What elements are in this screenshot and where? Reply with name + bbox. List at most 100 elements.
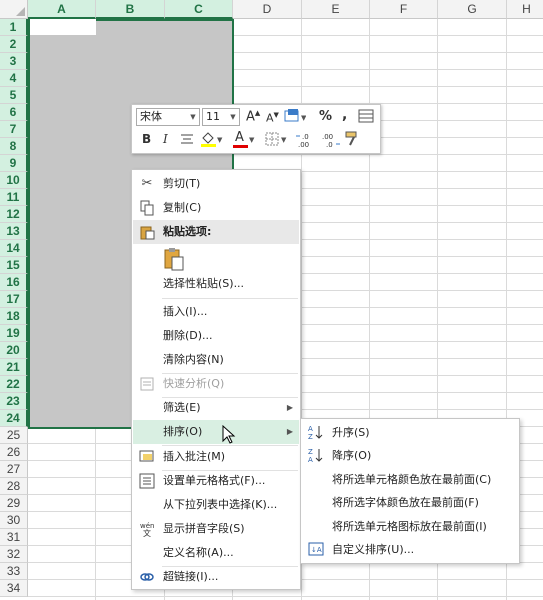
row-header-14[interactable]: 14 — [0, 240, 28, 257]
row-header-21[interactable]: 21 — [0, 359, 28, 376]
row-header-23[interactable]: 23 — [0, 393, 28, 410]
row-header-1[interactable]: 1 — [0, 19, 28, 36]
menu-item-insert[interactable]: 插入(I)... — [133, 300, 299, 324]
scissors-icon: ✂ — [141, 176, 153, 191]
row-header-4[interactable]: 4 — [0, 70, 28, 87]
mouse-pointer-icon — [222, 425, 236, 444]
menu-item-sort[interactable]: 排序(O) ▶ — [133, 420, 299, 444]
column-header-g[interactable]: G — [438, 0, 507, 19]
row-header-6[interactable]: 6 — [0, 104, 28, 121]
row-header-32[interactable]: 32 — [0, 546, 28, 563]
chevron-down-icon: ▼ — [230, 113, 236, 121]
align-center-button[interactable] — [180, 132, 194, 149]
increase-decimal-button[interactable]: .0.00 — [296, 132, 316, 150]
menu-item-copy[interactable]: 复制(C) — [133, 196, 299, 220]
row-header-22[interactable]: 22 — [0, 376, 28, 393]
font-name-combo[interactable]: 宋体 ▼ — [136, 108, 200, 126]
active-cell-a1[interactable] — [30, 19, 96, 35]
column-header-h[interactable]: H — [507, 0, 543, 19]
menu-item-define-name[interactable]: 定义名称(A)... — [133, 541, 299, 565]
column-header-d[interactable]: D — [233, 0, 302, 19]
format-painter-button[interactable] — [344, 130, 362, 151]
row-header-19[interactable]: 19 — [0, 325, 28, 342]
cell-styles-icon: ▼ — [284, 109, 307, 122]
custom-sort-icon: ↓A — [308, 541, 324, 557]
column-header-e[interactable]: E — [302, 0, 370, 19]
menu-item-clear-contents[interactable]: 清除内容(N) — [133, 348, 299, 372]
row-header-11[interactable]: 11 — [0, 189, 28, 206]
svg-text:.0: .0 — [302, 133, 309, 141]
menu-item-show-phonetic[interactable]: wén 文 显示拼音字段(S) — [133, 517, 299, 541]
submenu-item-custom-sort[interactable]: ↓A 自定义排序(U)... — [302, 538, 518, 561]
row-header-25[interactable]: 25 — [0, 427, 28, 444]
menu-item-delete[interactable]: 删除(D)... — [133, 324, 299, 348]
grow-font-button[interactable]: A▲ — [246, 109, 260, 124]
column-header-b[interactable]: B — [96, 0, 165, 19]
fill-color-button[interactable]: ▼ — [200, 130, 224, 151]
table-format-button[interactable] — [358, 108, 374, 127]
svg-text:.00: .00 — [322, 133, 333, 141]
italic-button[interactable]: I — [163, 132, 168, 146]
menu-paste-options-header: 粘贴选项: — [133, 220, 299, 244]
row-header-33[interactable]: 33 — [0, 563, 28, 580]
svg-text:Z: Z — [308, 448, 313, 456]
sort-descending-icon: ZA — [308, 447, 324, 464]
row-header-24[interactable]: 24 — [0, 410, 28, 427]
row-header-27[interactable]: 27 — [0, 461, 28, 478]
gridline — [28, 596, 543, 597]
row-header-31[interactable]: 31 — [0, 529, 28, 546]
menu-item-pick-from-list[interactable]: 从下拉列表中选择(K)... — [133, 493, 299, 517]
paste-option-button[interactable] — [163, 247, 185, 274]
row-header-20[interactable]: 20 — [0, 342, 28, 359]
borders-button[interactable]: ▼ — [264, 130, 288, 151]
svg-text:↓A: ↓A — [311, 546, 322, 554]
row-header-8[interactable]: 8 — [0, 138, 28, 155]
row-header-9[interactable]: 9 — [0, 155, 28, 172]
row-header-34[interactable]: 34 — [0, 580, 28, 597]
submenu-item-cell-color-top[interactable]: 将所选单元格颜色放在最前面(C) — [302, 468, 518, 491]
submenu-item-cell-icon-top[interactable]: 将所选单元格图标放在最前面(I) — [302, 515, 518, 538]
row-header-10[interactable]: 10 — [0, 172, 28, 189]
row-header-26[interactable]: 26 — [0, 444, 28, 461]
font-name-value: 宋体 — [140, 110, 162, 123]
submenu-item-sort-ascending[interactable]: AZ 升序(S) — [302, 421, 518, 444]
percent-button[interactable]: % — [319, 109, 332, 124]
bold-button[interactable]: B — [142, 132, 151, 146]
format-painter-style-button[interactable]: ▼ — [284, 108, 307, 127]
column-header-a[interactable]: A — [28, 0, 96, 19]
shrink-font-button[interactable]: A▼ — [266, 111, 279, 125]
decrease-decimal-button[interactable]: .00.0 — [320, 132, 340, 151]
comma-button[interactable]: , — [342, 107, 347, 123]
menu-item-cut[interactable]: ✂ 剪切(T) — [133, 172, 299, 196]
row-header-7[interactable]: 7 — [0, 121, 28, 138]
row-header-3[interactable]: 3 — [0, 53, 28, 70]
row-header-29[interactable]: 29 — [0, 495, 28, 512]
quick-analysis-icon — [139, 376, 155, 392]
menu-item-paste-special[interactable]: 选择性粘贴(S)... — [133, 272, 299, 296]
row-header-16[interactable]: 16 — [0, 274, 28, 291]
select-all-corner[interactable] — [0, 0, 28, 19]
menu-item-filter[interactable]: 筛选(E) ▶ — [133, 396, 299, 420]
font-color-button[interactable]: A ▼ — [232, 130, 256, 151]
row-header-30[interactable]: 30 — [0, 512, 28, 529]
submenu-item-font-color-top[interactable]: 将所选字体颜色放在最前面(F) — [302, 491, 518, 514]
chevron-down-icon: ▼ — [190, 113, 196, 121]
row-header-12[interactable]: 12 — [0, 206, 28, 223]
menu-item-format-cells[interactable]: 设置单元格格式(F)... — [133, 469, 299, 493]
menu-item-hyperlink[interactable]: 超链接(I)... — [133, 565, 299, 589]
menu-item-quick-analysis[interactable]: 快速分析(Q) — [133, 372, 299, 396]
paste-icon — [139, 224, 155, 240]
submenu-item-sort-descending[interactable]: ZA 降序(O) — [302, 444, 518, 467]
font-size-combo[interactable]: 11 ▼ — [202, 108, 240, 126]
row-header-2[interactable]: 2 — [0, 36, 28, 53]
row-header-18[interactable]: 18 — [0, 308, 28, 325]
column-header-f[interactable]: F — [370, 0, 438, 19]
row-header-5[interactable]: 5 — [0, 87, 28, 104]
row-header-17[interactable]: 17 — [0, 291, 28, 308]
row-header-28[interactable]: 28 — [0, 478, 28, 495]
row-header-13[interactable]: 13 — [0, 223, 28, 240]
menu-item-insert-comment[interactable]: 插入批注(M) — [133, 445, 299, 469]
column-header-c[interactable]: C — [165, 0, 233, 19]
svg-text:▼: ▼ — [249, 136, 255, 144]
row-header-15[interactable]: 15 — [0, 257, 28, 274]
